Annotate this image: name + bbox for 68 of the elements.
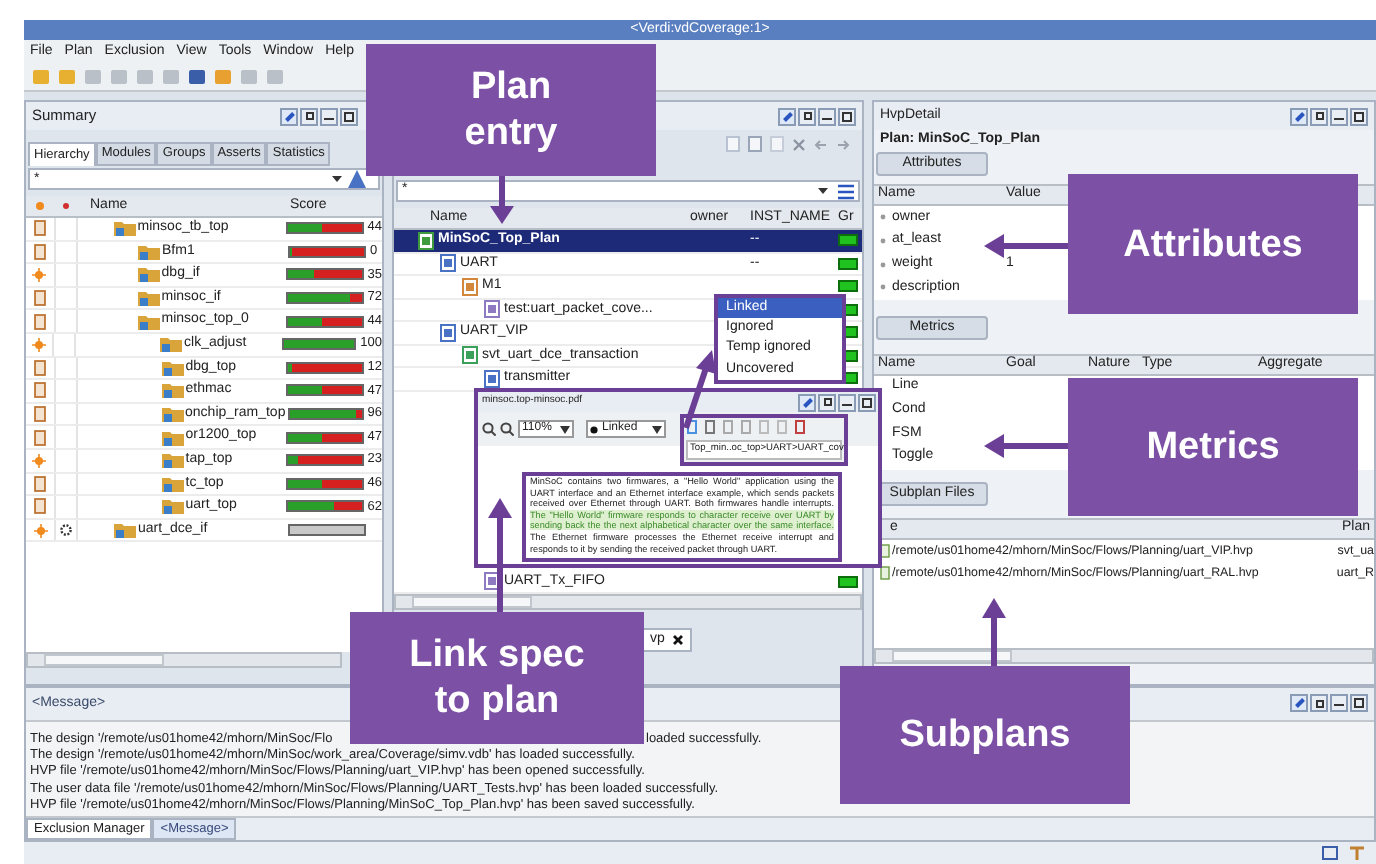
pin-button[interactable] <box>1290 694 1308 713</box>
folder-icon <box>161 429 184 446</box>
dot-icon <box>590 425 598 433</box>
minimize-button[interactable] <box>1330 694 1348 713</box>
float-button[interactable] <box>1310 107 1328 125</box>
folder-icon <box>137 313 160 330</box>
folder-icon <box>137 266 160 283</box>
coverage-bar <box>838 257 858 270</box>
horizontal-scrollbar[interactable] <box>394 594 862 610</box>
callout-label: Subplans <box>840 666 1130 804</box>
score-bar <box>288 524 366 537</box>
tool-icon[interactable] <box>1350 846 1364 860</box>
minimize-button[interactable] <box>1330 107 1348 125</box>
folder-icon <box>113 220 136 237</box>
pin-button[interactable] <box>1290 107 1308 125</box>
star-icon <box>32 453 47 468</box>
coverage-bar <box>838 575 858 588</box>
float-button[interactable] <box>1310 694 1328 713</box>
float-button[interactable] <box>300 107 318 125</box>
maximize-button[interactable] <box>838 107 856 125</box>
folder-icon <box>161 475 184 492</box>
folder-icon <box>161 406 184 423</box>
star-icon <box>32 337 47 352</box>
pin-button[interactable] <box>280 107 298 125</box>
close-icon[interactable] <box>672 634 685 646</box>
dot-icon <box>62 202 70 210</box>
minimize-button[interactable] <box>320 107 338 125</box>
callout-arrow <box>982 598 1006 666</box>
callout-arrow <box>984 234 1068 258</box>
star-icon <box>33 523 47 538</box>
grid-icon[interactable] <box>1322 846 1338 860</box>
minimize-button[interactable] <box>838 393 856 411</box>
bullet-icon <box>880 214 886 221</box>
float-button[interactable] <box>818 393 836 411</box>
maximize-button[interactable] <box>858 393 876 411</box>
coverage-bar <box>838 234 858 247</box>
callout-label: Link spec to plan <box>350 612 644 744</box>
star-icon <box>32 267 47 282</box>
callout-label: Attributes <box>1068 174 1358 314</box>
bullet-icon <box>880 238 886 245</box>
horizontal-scrollbar[interactable] <box>874 648 1374 664</box>
folder-icon <box>160 336 183 353</box>
coverage-bar <box>838 280 858 293</box>
folder-icon <box>138 243 160 260</box>
callout-label: Metrics <box>1068 378 1358 516</box>
bullet-icon <box>880 284 886 291</box>
zoom-out-icon[interactable] <box>500 422 514 436</box>
caret-icon <box>560 425 570 433</box>
callout-label: Plan entry <box>366 44 656 176</box>
caret-icon <box>652 425 662 433</box>
folder-icon <box>161 498 184 515</box>
callout-arrow <box>984 434 1068 458</box>
gear-icon <box>60 524 72 537</box>
folder-icon <box>114 522 136 539</box>
float-button[interactable] <box>798 107 816 125</box>
bullet-icon <box>880 261 886 268</box>
folder-icon <box>161 359 184 376</box>
folder-icon <box>161 382 184 399</box>
folder-icon <box>137 290 160 307</box>
pin-button[interactable] <box>778 107 796 125</box>
pin-button[interactable] <box>798 393 816 411</box>
horizontal-scrollbar[interactable] <box>26 652 342 668</box>
maximize-button[interactable] <box>340 107 358 125</box>
minimize-button[interactable] <box>818 107 836 125</box>
maximize-button[interactable] <box>1350 694 1368 713</box>
zoom-in-icon[interactable] <box>482 422 496 436</box>
folder-icon <box>161 452 184 469</box>
maximize-button[interactable] <box>1350 107 1368 125</box>
